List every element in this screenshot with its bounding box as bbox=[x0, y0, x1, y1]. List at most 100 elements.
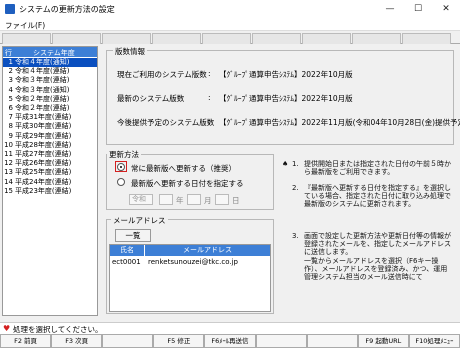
toolbar-cell bbox=[52, 33, 101, 44]
mail-address-group: メールアドレス 一覧 氏名 メールアドレス ect0001 renketsuno… bbox=[106, 215, 274, 314]
system-year-list: 行 システム年度 1 令和４年度(通知) 2 令和４年度(連結) 3 令和３年度(連結) 4… bbox=[2, 46, 98, 316]
maximize-button[interactable]: ☐ bbox=[404, 0, 432, 18]
function-key-0[interactable]: F2 前頁 bbox=[0, 334, 52, 348]
function-key-6[interactable] bbox=[306, 334, 358, 348]
list-row[interactable]: 8 平成30年度(連結) bbox=[3, 122, 97, 131]
year-input[interactable] bbox=[159, 194, 173, 205]
heart-icon: ♥ bbox=[3, 324, 11, 333]
year-unit: 年 bbox=[176, 196, 184, 205]
month-input[interactable] bbox=[187, 194, 201, 205]
list-row-number: 13 bbox=[4, 168, 13, 177]
list-row-number: 7 bbox=[8, 113, 13, 122]
list-row-number: 9 bbox=[8, 131, 13, 140]
mail-row-address[interactable]: renketsunouzei@tkc.co.jp bbox=[148, 257, 238, 267]
list-row-number: 3 bbox=[8, 76, 13, 85]
list-row-number: 1 bbox=[8, 58, 13, 66]
current-version-label: 現在ご利用のシステム版数 bbox=[117, 70, 207, 79]
function-key-2[interactable] bbox=[102, 334, 154, 348]
list-row-label: 平成25年度(連結) bbox=[15, 168, 72, 177]
day-input[interactable] bbox=[215, 194, 229, 205]
radio-always-latest[interactable] bbox=[117, 163, 125, 171]
list-row[interactable]: 13 平成25年度(連結) bbox=[3, 168, 97, 177]
version-info-group: 版数情報 現在ご利用のシステム版数 : 【ｸﾞﾙｰﾌﾟ通算申告ｼｽﾃﾑ】2022… bbox=[106, 46, 460, 145]
list-row-number: 8 bbox=[8, 122, 13, 131]
list-row-number: 11 bbox=[4, 150, 13, 158]
toolbar-cell bbox=[252, 33, 301, 44]
list-row[interactable]: 10 平成28年度(連結) bbox=[3, 141, 97, 150]
list-row[interactable]: 5 令和２年度(連結) bbox=[3, 95, 97, 104]
function-key-4[interactable]: F6ﾒｰﾙ再送信 bbox=[204, 334, 256, 348]
month-unit: 月 bbox=[204, 196, 212, 205]
list-row-label: 平成31年度(連結) bbox=[15, 113, 72, 122]
list-row[interactable]: 7 平成31年度(連結) bbox=[3, 113, 97, 122]
list-row[interactable]: 12 平成26年度(連結) bbox=[3, 159, 97, 168]
function-key-3[interactable]: F5 修正 bbox=[153, 334, 205, 348]
update-method-label: 更新方法 bbox=[107, 149, 141, 160]
list-row-label: 平成29年度(連結) bbox=[15, 131, 72, 140]
list-row[interactable]: 15 平成23年度(連結) bbox=[3, 187, 97, 196]
note-2-mark: 2. bbox=[292, 184, 299, 192]
list-row-label: 令和４年度(連結) bbox=[15, 67, 70, 76]
col-row-number: 行 bbox=[5, 49, 12, 57]
colon: : bbox=[208, 117, 211, 126]
latest-version-label: 最新のシステム版数 bbox=[117, 94, 185, 103]
radio-always-latest-label: 常に最新版へ更新する（推奨） bbox=[131, 164, 236, 173]
function-key-7[interactable]: F9 起動URL bbox=[357, 334, 409, 348]
toolbar-cell bbox=[152, 33, 201, 44]
mail-row-name[interactable]: ect0001 bbox=[112, 257, 141, 267]
minimize-button[interactable]: — bbox=[376, 0, 404, 18]
list-row-label: 令和３年度(連結) bbox=[15, 76, 70, 85]
list-row-number: 12 bbox=[4, 159, 13, 168]
list-row[interactable]: 1 令和４年度(通知) bbox=[3, 58, 97, 68]
mail-table: 氏名 メールアドレス ect0001 renketsunouzei@tkc.co… bbox=[109, 244, 271, 312]
app-icon bbox=[5, 4, 15, 14]
current-version-value: 【ｸﾞﾙｰﾌﾟ通算申告ｼｽﾃﾑ】2022年10月版 bbox=[219, 70, 353, 79]
toolbar-cell bbox=[302, 33, 351, 44]
note-bullet-icon: ♠ bbox=[282, 160, 289, 168]
upcoming-version-label: 今後提供予定のシステム版数 bbox=[117, 118, 215, 127]
list-row-label: 平成30年度(連結) bbox=[15, 122, 72, 131]
list-row-number: 15 bbox=[4, 186, 13, 195]
toolbar-cell bbox=[402, 33, 451, 44]
list-row[interactable]: 3 令和３年度(連結) bbox=[3, 76, 97, 85]
list-row[interactable]: 11 平成27年度(連結) bbox=[3, 150, 97, 159]
list-row-label: 令和４年度(通知) bbox=[15, 58, 70, 66]
list-row[interactable]: 14 平成24年度(連結) bbox=[3, 178, 97, 187]
function-key-8[interactable]: F10処理ﾒﾆｭｰ bbox=[408, 334, 460, 348]
radio-specify-date-label: 最新版へ更新する日付を指定する bbox=[131, 179, 244, 188]
status-bar: ♥ 処理を選択してください。 bbox=[0, 322, 460, 334]
menu-file[interactable]: ファイル(F) bbox=[5, 20, 45, 31]
list-row[interactable]: 9 平成29年度(連結) bbox=[3, 132, 97, 141]
list-row[interactable]: 4 令和３年度(通知) bbox=[3, 86, 97, 95]
list-row-label: 平成27年度(連結) bbox=[15, 150, 72, 158]
note-3-text: 画面で設定した更新方法や更新日付等の情報が登録されたメールを、指定したメールアド… bbox=[304, 232, 451, 282]
list-row-label: 平成24年度(連結) bbox=[15, 177, 72, 186]
note-3-mark: 3. bbox=[292, 232, 299, 240]
menu-bar: ファイル(F) bbox=[0, 18, 460, 31]
function-key-1[interactable]: F3 次頁 bbox=[51, 334, 103, 348]
col-name: 氏名 bbox=[110, 245, 144, 256]
toolbar-cell bbox=[2, 33, 51, 44]
window-title: システムの更新方法の設定 bbox=[19, 5, 115, 14]
list-row[interactable]: 6 令和２年度(連結) bbox=[3, 104, 97, 113]
upcoming-version-value: 【ｸﾞﾙｰﾌﾟ通算申告ｼｽﾃﾑ】2022年11月版(令和04年10月28日(金)… bbox=[219, 118, 460, 127]
colon: : bbox=[208, 69, 211, 78]
list-row-number: 6 bbox=[8, 104, 13, 112]
toolbar-cell bbox=[352, 33, 401, 44]
list-row-label: 平成23年度(連結) bbox=[15, 186, 72, 195]
era-select[interactable]: 令和 bbox=[129, 194, 153, 205]
note-1-text: 提供開始日または指定された日付の午前５時から最新版をご利用できます。 bbox=[304, 160, 451, 177]
list-row-number: 4 bbox=[8, 85, 13, 94]
day-unit: 日 bbox=[232, 196, 240, 205]
toolbar-cell bbox=[202, 33, 251, 44]
function-key-5[interactable] bbox=[255, 334, 307, 348]
mail-list-button[interactable]: 一覧 bbox=[115, 229, 151, 242]
note-1-mark: 1. bbox=[292, 160, 299, 168]
update-method-group: 更新方法 常に最新版へ更新する（推奨） 最新版へ更新する日付を指定する 令和 年… bbox=[106, 149, 274, 210]
close-button[interactable]: ✕ bbox=[432, 0, 460, 18]
list-row-number: 5 bbox=[8, 94, 13, 103]
colon: : bbox=[208, 93, 211, 102]
radio-specify-date[interactable] bbox=[117, 178, 125, 186]
list-row[interactable]: 2 令和４年度(連結) bbox=[3, 67, 97, 76]
list-row-number: 14 bbox=[4, 177, 13, 186]
